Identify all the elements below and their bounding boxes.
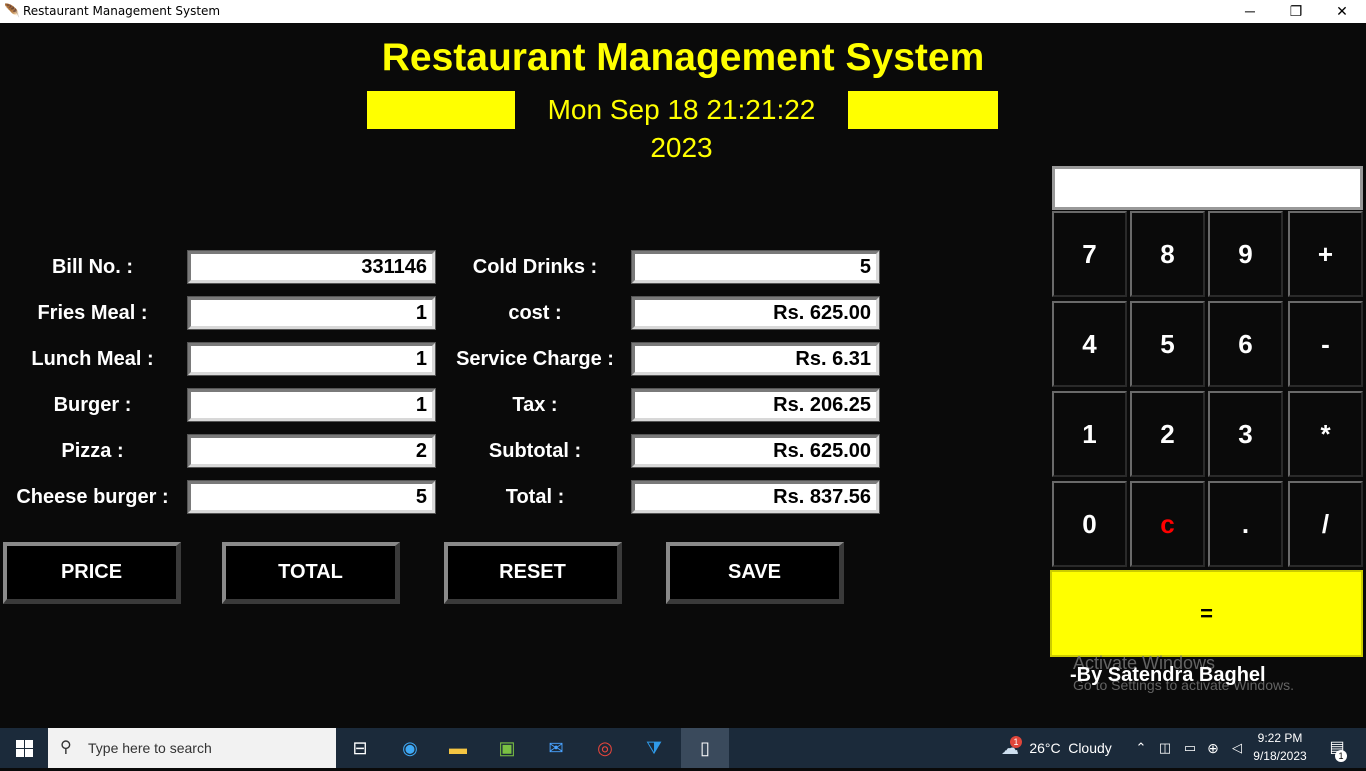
calc-key-clear[interactable]: c	[1130, 481, 1205, 567]
calc-key-4[interactable]: 4	[1052, 301, 1127, 387]
task-view-icon[interactable]: ⊟	[340, 728, 380, 768]
save-button[interactable]: SAVE	[666, 542, 844, 604]
globe-network-icon[interactable]: ⊕	[1204, 728, 1222, 768]
calc-key-minus[interactable]: -	[1288, 301, 1363, 387]
windows-start-icon[interactable]	[0, 728, 48, 768]
chevron-up-icon[interactable]: ⌃	[1132, 728, 1150, 768]
calc-key-1[interactable]: 1	[1052, 391, 1127, 477]
app-window: Restaurant Management System Mon Sep 18 …	[0, 23, 1366, 728]
datetime-label: Mon Sep 18 21:21:22 2023	[515, 91, 848, 163]
calc-key-divide[interactable]: /	[1288, 481, 1363, 567]
total-label: Total :	[505, 486, 565, 508]
restore-button[interactable]: ❐	[1273, 0, 1319, 23]
author-credit: -By Satendra Baghel	[1070, 664, 1266, 686]
total-button[interactable]: TOTAL	[222, 542, 400, 604]
microsoft-store-icon[interactable]: ▣	[487, 728, 527, 768]
vscode-icon[interactable]: ⧩	[634, 728, 674, 768]
pizza-field[interactable]: 2	[187, 434, 436, 468]
calc-key-0[interactable]: 0	[1052, 481, 1127, 567]
cold-drinks-label: Cold Drinks :	[472, 256, 598, 278]
file-explorer-icon[interactable]: ▬	[438, 728, 478, 768]
chrome-browser-icon[interactable]: ◎	[585, 728, 625, 768]
weather-temperature[interactable]: 26°C	[1028, 728, 1062, 768]
calc-equals-button[interactable]: =	[1050, 570, 1363, 657]
window-title: Restaurant Management System	[23, 4, 221, 18]
calc-key-7[interactable]: 7	[1052, 211, 1127, 297]
calc-key-5[interactable]: 5	[1130, 301, 1205, 387]
burger-label: Burger :	[53, 394, 132, 416]
close-button[interactable]: ✕	[1319, 0, 1365, 23]
bill-no-field[interactable]: 331146	[187, 250, 436, 284]
taskbar-clock-date[interactable]: 9/18/2023	[1250, 749, 1310, 763]
fries-meal-label: Fries Meal :	[37, 302, 148, 324]
tax-label: Tax :	[512, 394, 558, 416]
subtotal-field[interactable]: Rs. 625.00	[631, 434, 880, 468]
burger-field[interactable]: 1	[187, 388, 436, 422]
pizza-label: Pizza :	[61, 440, 124, 462]
battery-icon[interactable]: ▭	[1180, 728, 1200, 768]
calc-key-multiply[interactable]: *	[1288, 391, 1363, 477]
meet-now-icon[interactable]: ◫	[1156, 728, 1174, 768]
calc-key-dot[interactable]: .	[1208, 481, 1283, 567]
search-placeholder: Type here to search	[88, 740, 212, 756]
page-title: Restaurant Management System	[381, 36, 985, 79]
calc-key-plus[interactable]: +	[1288, 211, 1363, 297]
window-titlebar: 🪶 Restaurant Management System ─ ❐ ✕	[0, 0, 1366, 23]
tax-field[interactable]: Rs. 206.25	[631, 388, 880, 422]
minimize-button[interactable]: ─	[1227, 0, 1273, 23]
weather-condition[interactable]: Cloudy	[1066, 728, 1114, 768]
calculator-display[interactable]	[1052, 166, 1363, 210]
cheese-burger-label: Cheese burger :	[16, 486, 169, 508]
feather-icon: 🪶	[4, 3, 21, 18]
volume-icon[interactable]: ◁	[1228, 728, 1246, 768]
cold-drinks-field[interactable]: 5	[631, 250, 880, 284]
notepad-app-icon[interactable]: ▯	[681, 728, 729, 768]
price-button[interactable]: PRICE	[3, 542, 181, 604]
lunch-meal-label: Lunch Meal :	[31, 348, 154, 370]
cost-label: cost :	[508, 302, 562, 324]
notification-center-icon[interactable]: ▤	[1320, 728, 1354, 768]
search-icon: ⚲	[60, 739, 72, 756]
bill-no-label: Bill No. :	[51, 256, 134, 278]
calc-key-8[interactable]: 8	[1130, 211, 1205, 297]
taskbar-clock-time[interactable]: 9:22 PM	[1250, 731, 1310, 745]
calc-key-3[interactable]: 3	[1208, 391, 1283, 477]
mail-icon[interactable]: ✉	[536, 728, 576, 768]
reset-button[interactable]: RESET	[444, 542, 622, 604]
total-field[interactable]: Rs. 837.56	[631, 480, 880, 514]
weather-badge: 1	[1010, 736, 1022, 748]
notification-count-badge: 1	[1335, 750, 1347, 762]
fries-meal-field[interactable]: 1	[187, 296, 436, 330]
calc-key-2[interactable]: 2	[1130, 391, 1205, 477]
service-charge-label: Service Charge :	[456, 348, 614, 370]
weather-cloud-icon[interactable]: ☁	[996, 728, 1024, 768]
calc-key-6[interactable]: 6	[1208, 301, 1283, 387]
taskbar: ⚲ Type here to search ⊟ ◉ ▬ ▣ ✉ ◎ ⧩ ▯ ☁ …	[0, 728, 1366, 768]
calc-key-9[interactable]: 9	[1208, 211, 1283, 297]
taskbar-search-box[interactable]: ⚲ Type here to search	[48, 728, 336, 768]
service-charge-field[interactable]: Rs. 6.31	[631, 342, 880, 376]
cheese-burger-field[interactable]: 5	[187, 480, 436, 514]
edge-browser-icon[interactable]: ◉	[390, 728, 430, 768]
subtotal-label: Subtotal :	[488, 440, 582, 462]
lunch-meal-field[interactable]: 1	[187, 342, 436, 376]
cost-field[interactable]: Rs. 625.00	[631, 296, 880, 330]
